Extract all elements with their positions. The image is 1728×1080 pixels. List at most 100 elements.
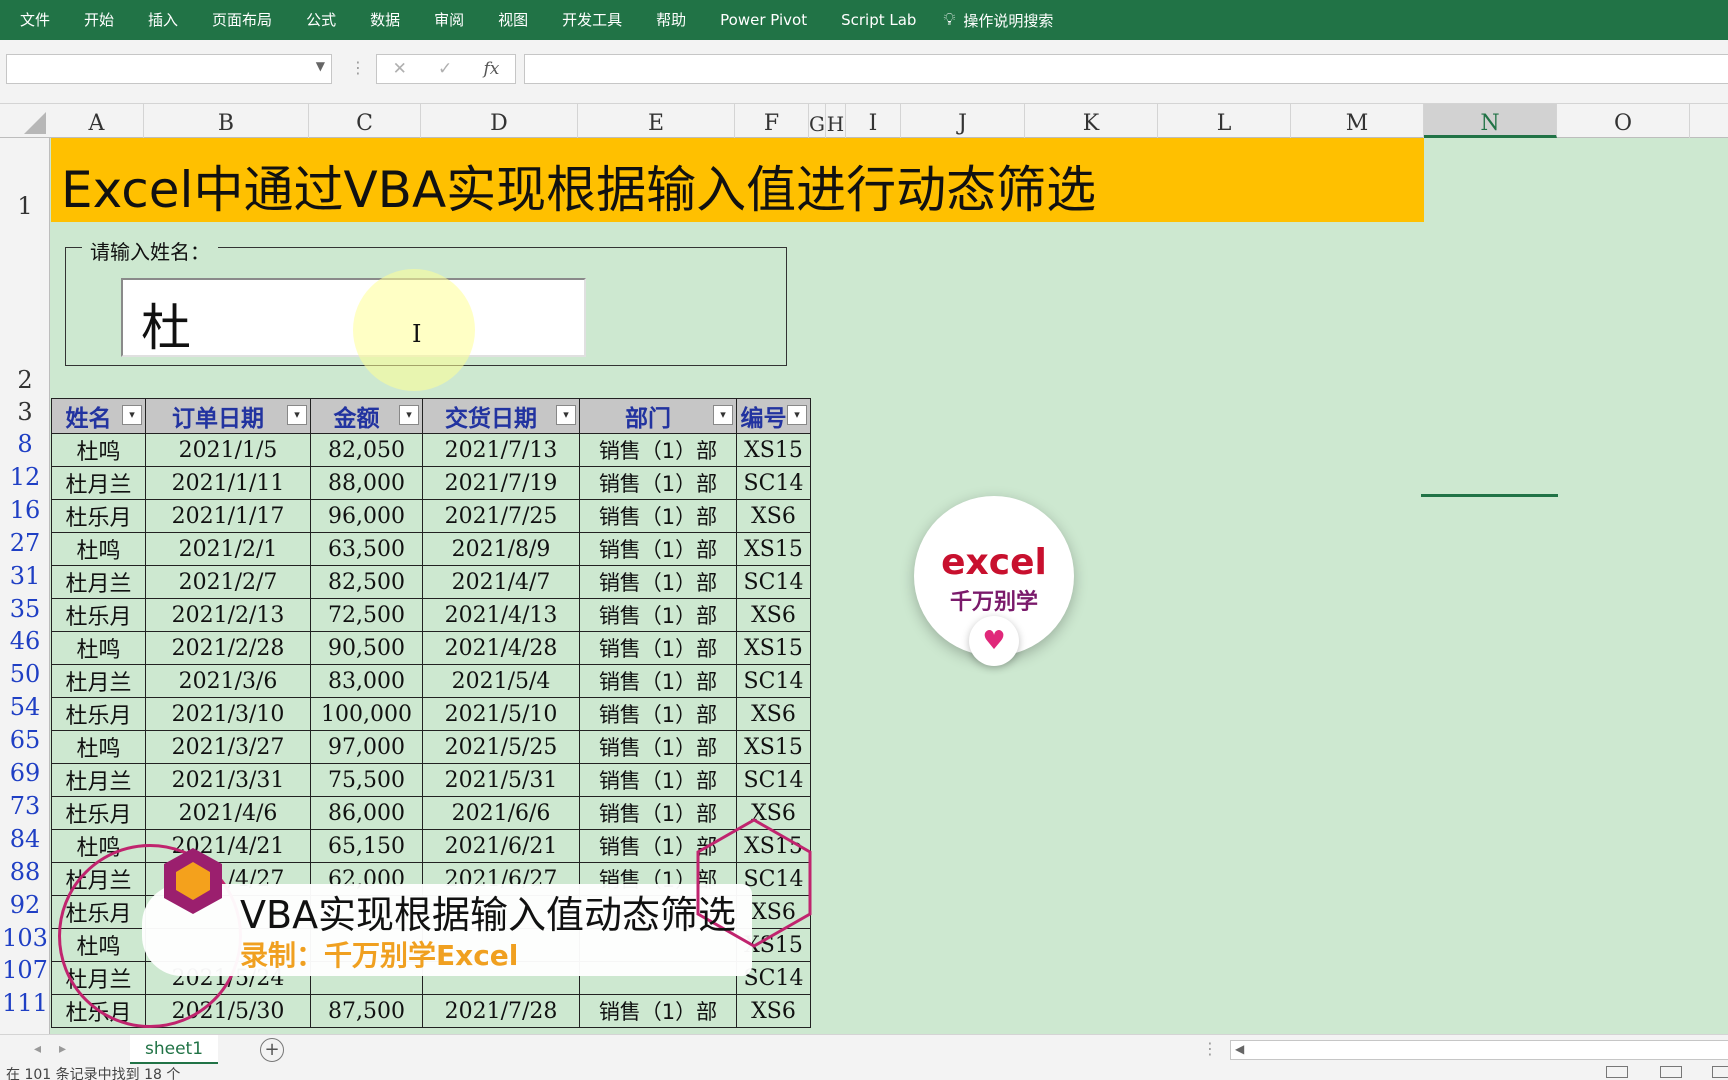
tab-data[interactable]: 数据 <box>353 0 417 40</box>
tell-me-search[interactable]: 操作说明搜索 <box>963 10 1053 31</box>
cell-delivery-date[interactable]: 2021/7/19 <box>422 466 580 500</box>
cell-delivery-date[interactable]: 2021/5/4 <box>422 664 580 698</box>
cell-department[interactable]: 销售（1）部 <box>579 697 737 731</box>
cell-department[interactable]: 销售（1）部 <box>579 994 737 1028</box>
formula-input[interactable] <box>524 54 1728 84</box>
column-header-i[interactable]: I <box>846 104 901 138</box>
row-header[interactable]: 88 <box>0 858 50 886</box>
row-header[interactable]: 31 <box>0 562 50 590</box>
row-header[interactable]: 46 <box>0 627 50 655</box>
column-header-g[interactable]: G <box>809 104 826 138</box>
cell-name[interactable]: 杜鸣 <box>51 631 146 665</box>
tab-review[interactable]: 审阅 <box>417 0 481 40</box>
name-box[interactable]: ▼ <box>6 54 332 84</box>
column-header-d[interactable]: D <box>421 104 578 138</box>
tab-script-lab[interactable]: Script Lab <box>824 0 933 40</box>
cell-name[interactable]: 杜鸣 <box>51 532 146 566</box>
cell-amount[interactable]: 97,000 <box>310 730 423 764</box>
cell-delivery-date[interactable]: 2021/8/9 <box>422 532 580 566</box>
tab-formulas[interactable]: 公式 <box>289 0 353 40</box>
row-header[interactable]: 50 <box>0 660 50 688</box>
cell-code[interactable]: XS15 <box>736 730 811 764</box>
row-header[interactable]: 111 <box>0 989 50 1017</box>
column-header-f[interactable]: F <box>735 104 809 138</box>
chevron-down-icon[interactable]: ▼ <box>316 59 325 73</box>
cell-order-date[interactable]: 2021/1/17 <box>145 499 311 533</box>
normal-view-icon[interactable] <box>1606 1066 1628 1078</box>
cell-code[interactable]: SC14 <box>736 664 811 698</box>
row-header[interactable]: 92 <box>0 891 50 919</box>
cell-order-date[interactable]: 2021/3/6 <box>145 664 311 698</box>
cell-name[interactable]: 杜乐月 <box>51 598 146 632</box>
select-all-button[interactable] <box>0 104 50 138</box>
column-header-a[interactable]: A <box>50 104 144 138</box>
cell-amount[interactable]: 88,000 <box>310 466 423 500</box>
cell-name[interactable]: 杜月兰 <box>51 763 146 797</box>
cell-delivery-date[interactable]: 2021/4/7 <box>422 565 580 599</box>
cell-amount[interactable]: 86,000 <box>310 796 423 830</box>
cell-department[interactable]: 销售（1）部 <box>579 499 737 533</box>
cell-delivery-date[interactable]: 2021/4/28 <box>422 631 580 665</box>
cell-name[interactable]: 杜鸣 <box>51 433 146 467</box>
page-break-view-icon[interactable] <box>1712 1066 1728 1078</box>
row-header[interactable]: 73 <box>0 792 50 820</box>
row-header[interactable]: 54 <box>0 693 50 721</box>
cell-order-date[interactable]: 2021/3/27 <box>145 730 311 764</box>
filter-dropdown-icon[interactable]: ▾ <box>287 405 307 425</box>
tab-help[interactable]: 帮助 <box>639 0 703 40</box>
cell-name[interactable]: 杜鸣 <box>51 730 146 764</box>
filter-active-icon[interactable]: ▾ <box>122 405 142 425</box>
splitter-dots-icon[interactable]: ⋮ <box>350 58 366 77</box>
cell-code[interactable]: XS15 <box>736 631 811 665</box>
filter-dropdown-icon[interactable]: ▾ <box>556 405 576 425</box>
cell-amount[interactable]: 90,500 <box>310 631 423 665</box>
cell-name[interactable]: 杜月兰 <box>51 565 146 599</box>
row-header-1[interactable]: 1 <box>0 192 50 220</box>
cell-order-date[interactable]: 2021/2/28 <box>145 631 311 665</box>
column-header-k[interactable]: K <box>1025 104 1158 138</box>
cell-order-date[interactable]: 2021/3/31 <box>145 763 311 797</box>
column-header-e[interactable]: E <box>578 104 735 138</box>
cell-delivery-date[interactable]: 2021/4/13 <box>422 598 580 632</box>
cell-delivery-date[interactable]: 2021/5/10 <box>422 697 580 731</box>
filter-dropdown-icon[interactable]: ▾ <box>713 405 733 425</box>
cell-order-date[interactable]: 2021/2/1 <box>145 532 311 566</box>
scroll-left-icon[interactable]: ◀ <box>1235 1042 1244 1056</box>
add-sheet-button[interactable]: + <box>260 1038 284 1062</box>
cell-code[interactable]: XS6 <box>736 697 811 731</box>
cell-amount[interactable]: 82,050 <box>310 433 423 467</box>
cancel-icon[interactable]: ✕ <box>393 59 407 79</box>
cell-code[interactable]: XS6 <box>736 598 811 632</box>
lightbulb-icon[interactable]: 💡︎ <box>943 10 955 30</box>
row-header-2[interactable]: 2 <box>0 366 50 394</box>
tab-file[interactable]: 文件 <box>0 0 67 40</box>
horizontal-scrollbar[interactable]: ◀ <box>1230 1040 1728 1060</box>
cell-code[interactable]: XS6 <box>736 994 811 1028</box>
cell-order-date[interactable]: 2021/4/6 <box>145 796 311 830</box>
filter-dropdown-icon[interactable]: ▾ <box>399 405 419 425</box>
row-header[interactable]: 16 <box>0 496 50 524</box>
tab-insert[interactable]: 插入 <box>131 0 195 40</box>
column-header-h[interactable]: H <box>826 104 846 138</box>
cell-department[interactable]: 销售（1）部 <box>579 664 737 698</box>
cell-code[interactable]: SC14 <box>736 763 811 797</box>
cell-department[interactable]: 销售（1）部 <box>579 466 737 500</box>
cell-amount[interactable]: 63,500 <box>310 532 423 566</box>
cell-name[interactable]: 杜乐月 <box>51 499 146 533</box>
cell-delivery-date[interactable]: 2021/6/21 <box>422 829 580 863</box>
cell-department[interactable]: 销售（1）部 <box>579 763 737 797</box>
row-header[interactable]: 35 <box>0 595 50 623</box>
row-header[interactable]: 8 <box>0 430 50 458</box>
cell-delivery-date[interactable]: 2021/7/13 <box>422 433 580 467</box>
cell-department[interactable]: 销售（1）部 <box>579 598 737 632</box>
cell-order-date[interactable]: 2021/2/13 <box>145 598 311 632</box>
page-layout-view-icon[interactable] <box>1660 1066 1682 1078</box>
insert-function-icon[interactable]: fx <box>484 59 500 79</box>
cell-delivery-date[interactable]: 2021/6/6 <box>422 796 580 830</box>
row-header[interactable]: 69 <box>0 759 50 787</box>
filter-dropdown-icon[interactable]: ▾ <box>787 405 807 425</box>
tab-developer[interactable]: 开发工具 <box>545 0 639 40</box>
cell-amount[interactable]: 100,000 <box>310 697 423 731</box>
cell-amount[interactable]: 72,500 <box>310 598 423 632</box>
cell-amount[interactable]: 82,500 <box>310 565 423 599</box>
